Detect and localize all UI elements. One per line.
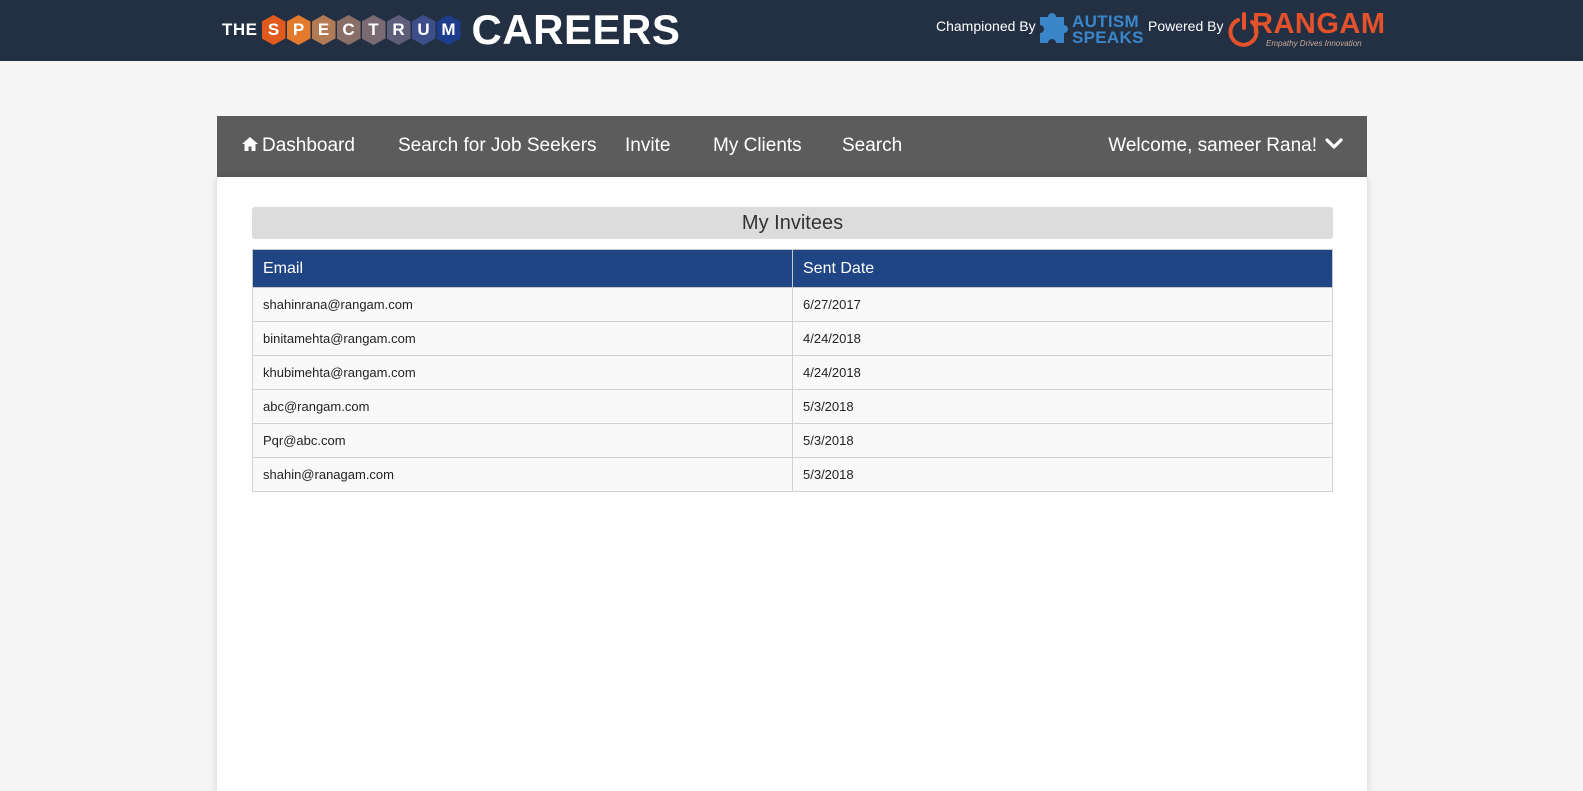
content-card: My Invitees Email Sent Date shahinrana@r… [217, 177, 1367, 791]
logo-hex-letter: M [436, 15, 461, 45]
nav-dashboard-label: Dashboard [262, 135, 355, 156]
puzzle-piece-icon [1040, 13, 1068, 43]
user-menu-toggle[interactable]: Welcome, sameer Rana! [1108, 135, 1343, 157]
logo-hex-letter: P [286, 15, 311, 45]
logo-main-text: CAREERS [471, 6, 681, 53]
table-row: khubimehta@rangam.com 4/24/2018 [252, 355, 1333, 390]
invitees-table: Email Sent Date shahinrana@rangam.com 6/2… [252, 249, 1333, 492]
nav-dashboard[interactable]: Dashboard [241, 135, 355, 157]
page-title: My Invitees [252, 207, 1333, 239]
invitee-sent-date-cell: 5/3/2018 [792, 457, 1333, 492]
championed-by-label: Championed By [936, 18, 1036, 34]
nav-search-job-seekers[interactable]: Search for Job Seekers [398, 135, 597, 157]
spectrum-careers-logo[interactable]: THE SPECTRUM CAREERS [222, 8, 680, 52]
invitee-email-cell: shahin@ranagam.com [252, 457, 793, 492]
invitee-sent-date-cell: 4/24/2018 [792, 321, 1333, 356]
nav-search[interactable]: Search [842, 135, 902, 157]
invitee-sent-date-cell: 4/24/2018 [792, 355, 1333, 390]
nav-invite[interactable]: Invite [625, 135, 670, 157]
invitees-table-body: shahinrana@rangam.com 6/27/2017 binitameht… [252, 287, 1333, 492]
column-header-sent-date[interactable]: Sent Date [792, 249, 1333, 288]
logo-hex-letter: E [311, 15, 336, 45]
invitee-sent-date-cell: 5/3/2018 [792, 423, 1333, 458]
chevron-down-icon [1325, 138, 1343, 149]
logo-hex-letter: C [336, 15, 361, 45]
invitee-email-cell: khubimehta@rangam.com [252, 355, 793, 390]
logo-hex-letters: SPECTRUM [261, 15, 462, 45]
table-row: shahin@ranagam.com 5/3/2018 [252, 457, 1333, 492]
invitee-sent-date-cell: 6/27/2017 [792, 287, 1333, 322]
top-header: THE SPECTRUM CAREERS Championed By AUTIS… [0, 0, 1583, 61]
nav-my-clients[interactable]: My Clients [713, 135, 802, 157]
main-nav: Dashboard Search for Job Seekers Invite … [217, 116, 1367, 177]
welcome-label: Welcome, sameer Rana! [1108, 135, 1317, 156]
autism-speaks-line2: SPEAKS [1072, 28, 1144, 47]
invitee-email-cell: shahinrana@rangam.com [252, 287, 793, 322]
invitee-email-cell: abc@rangam.com [252, 389, 793, 424]
invitee-email-cell: binitamehta@rangam.com [252, 321, 793, 356]
table-row: binitamehta@rangam.com 4/24/2018 [252, 321, 1333, 356]
invitee-sent-date-cell: 5/3/2018 [792, 389, 1333, 424]
table-header-row: Email Sent Date [252, 249, 1333, 288]
powered-by-label: Powered By [1148, 18, 1224, 34]
rangam-logo[interactable]: RANGAM [1252, 9, 1386, 39]
home-icon [242, 137, 258, 151]
table-row: shahinrana@rangam.com 6/27/2017 [252, 287, 1333, 322]
logo-prefix: THE [222, 20, 258, 39]
rangam-tagline: Empathy Drives Innovation [1266, 39, 1362, 48]
logo-hex-letter: S [261, 15, 286, 45]
logo-hex-letter: T [361, 15, 386, 45]
column-header-email[interactable]: Email [252, 249, 793, 288]
invitee-email-cell: Pqr@abc.com [252, 423, 793, 458]
logo-hex-letter: U [411, 15, 436, 45]
table-row: abc@rangam.com 5/3/2018 [252, 389, 1333, 424]
logo-hex-letter: R [386, 15, 411, 45]
autism-speaks-logo[interactable]: AUTISM SPEAKS [1072, 13, 1144, 47]
table-row: Pqr@abc.com 5/3/2018 [252, 423, 1333, 458]
